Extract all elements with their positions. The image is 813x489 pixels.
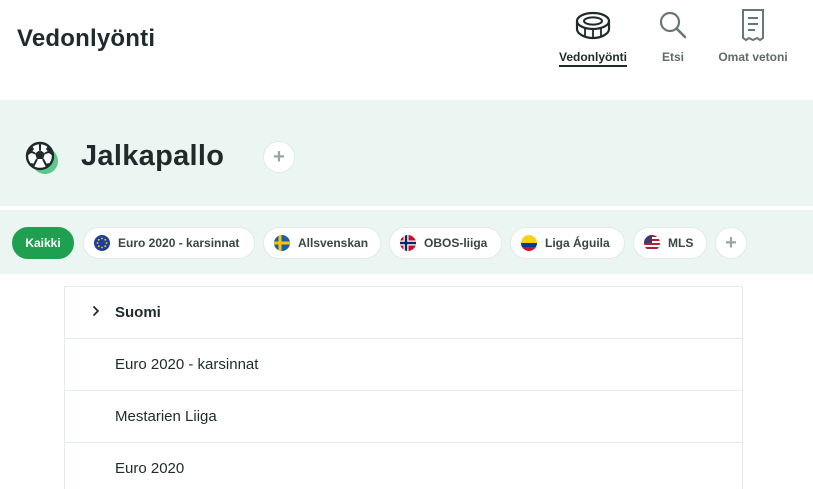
nav-betting-label: Vedonlyönti [558, 50, 627, 67]
stadium-icon [573, 6, 613, 44]
filter-chip-label: MLS [668, 236, 694, 250]
filter-chip-label: Allsvenskan [298, 236, 369, 250]
add-filter-button[interactable]: + [715, 227, 747, 259]
norway-flag-icon [400, 235, 416, 251]
list-item-euro-2020-qualifiers[interactable]: Euro 2020 - karsinnat [65, 339, 742, 391]
filter-chip-euro-2020-qualifiers[interactable]: Euro 2020 - karsinnat [83, 227, 255, 259]
top-header: Vedonlyönti Vedonlyönti Etsi Omat vetoni [0, 0, 813, 100]
app-title: Vedonlyönti [17, 25, 156, 52]
eu-flag-icon [94, 235, 110, 251]
filter-chip-all[interactable]: Kaikki [12, 227, 74, 259]
filter-chip-allsvenskan[interactable]: Allsvenskan [263, 227, 381, 259]
football-icon [24, 140, 60, 176]
sweden-flag-icon [274, 235, 290, 251]
list-item-champions-league[interactable]: Mestarien Liiga [65, 391, 742, 443]
list-item-label: Euro 2020 - karsinnat [115, 356, 259, 373]
sport-title: Jalkapallo [81, 140, 225, 172]
league-filter-bar: Kaikki Euro 2020 - karsinnat Allsvenskan [0, 210, 813, 274]
search-icon [653, 6, 693, 44]
filter-chip-liga-aguila[interactable]: Liga Águila [510, 227, 625, 259]
colombia-flag-icon [521, 235, 537, 251]
nav-my-bets-label: Omat vetoni [718, 50, 788, 64]
competition-list: Suomi Euro 2020 - karsinnat Mestarien Li… [64, 286, 743, 489]
sport-hero: Jalkapallo + [0, 100, 813, 206]
nav-search-label: Etsi [661, 50, 684, 64]
nav-my-bets[interactable]: Omat vetoni [716, 6, 790, 64]
list-item-label: Mestarien Liiga [115, 408, 217, 425]
filter-chip-mls[interactable]: MLS [633, 227, 707, 259]
nav-search[interactable]: Etsi [653, 6, 693, 64]
chevron-right-icon [91, 304, 103, 318]
filter-chip-label: OBOS-liiga [424, 236, 488, 250]
receipt-icon [733, 6, 773, 44]
usa-flag-icon [644, 235, 660, 251]
nav-betting[interactable]: Vedonlyönti [558, 6, 628, 67]
filter-chip-obos-liiga[interactable]: OBOS-liiga [389, 227, 502, 259]
filter-chip-label: Liga Águila [545, 236, 610, 250]
filter-chip-label: Euro 2020 - karsinnat [118, 236, 240, 250]
list-item-label: Euro 2020 [115, 460, 185, 477]
filter-chip-label: Kaikki [25, 236, 61, 250]
list-item-euro-2020[interactable]: Euro 2020 [65, 443, 742, 489]
list-item-label: Suomi [115, 304, 161, 321]
add-favorite-button[interactable]: + [263, 141, 295, 173]
list-item-suomi[interactable]: Suomi [65, 287, 742, 339]
